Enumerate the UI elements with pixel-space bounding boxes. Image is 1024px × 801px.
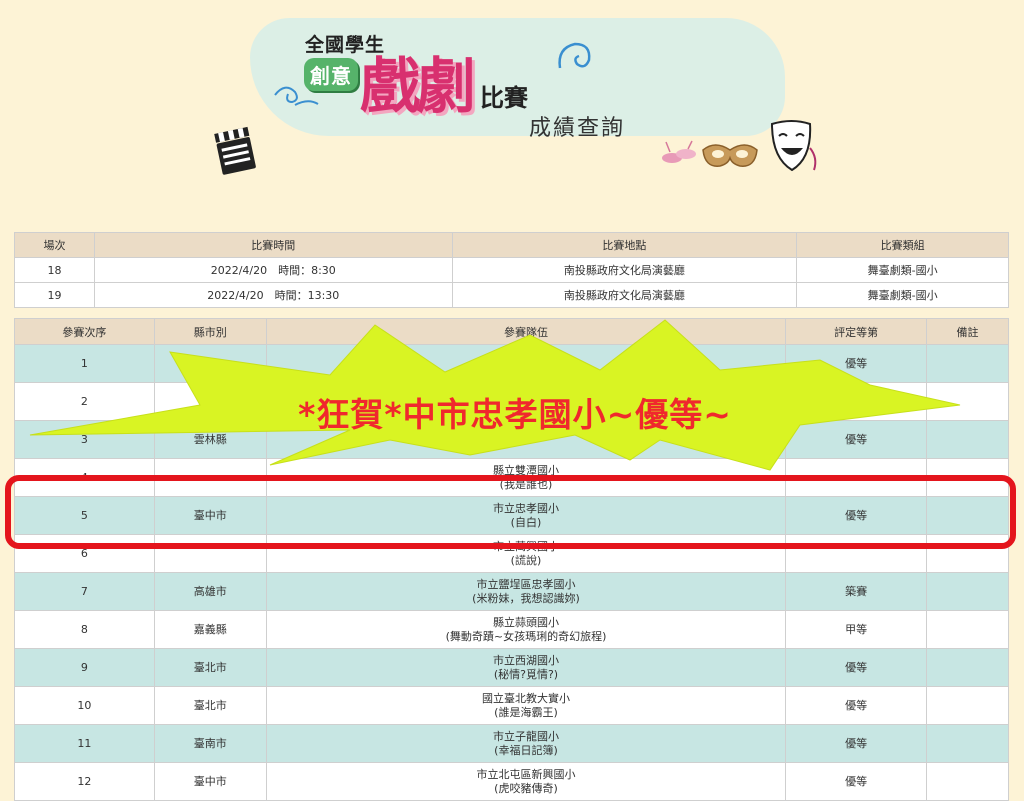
result-title: (鐵拐…) xyxy=(505,363,547,377)
result-note xyxy=(926,382,1009,421)
result-grade: 築賽 xyxy=(785,572,928,611)
result-school: 國立臺北教大實小 xyxy=(481,691,570,705)
result-row: 10 臺北市 國立臺北教大實小 (誰是海霸王) 優等 xyxy=(14,686,1009,725)
result-team: 縣立延平國小 (鐵拐…) xyxy=(265,344,787,383)
result-title: (秘情?覓情?) xyxy=(493,667,559,681)
session-no: 19 xyxy=(14,282,95,308)
swirl-right-icon xyxy=(558,42,591,69)
col-session-group: 比賽類組 xyxy=(796,232,1009,258)
result-county xyxy=(153,344,267,383)
banner-suffix: 比賽 xyxy=(480,83,528,112)
session-row: 19 2022/4/20 時間：13:30 南投縣政府文化局演藝廳 舞臺劇類-國… xyxy=(14,282,1009,308)
banner: 全國學生 創意 戲劇 比賽 成績查詢 xyxy=(0,0,1024,215)
result-grade: 特優 xyxy=(785,382,928,421)
result-school: 縣立蒜頭國小 xyxy=(492,615,559,629)
result-grade: 優等 xyxy=(785,420,928,459)
result-county: 嘉義縣 xyxy=(153,610,267,649)
result-county: 雲林縣 xyxy=(153,420,267,459)
result-county: 臺南市 xyxy=(153,724,267,763)
result-title: (虎咬豬傳奇) xyxy=(494,781,558,795)
col-session-time: 比賽時間 xyxy=(93,232,453,258)
result-grade: 優等 xyxy=(785,648,928,687)
highlight-box xyxy=(5,475,1016,549)
col-county: 縣市別 xyxy=(153,318,267,345)
result-title: (舞動奇蹟~女孩瑪琍的奇幻旅程) xyxy=(445,629,607,643)
result-row: 7 高雄市 市立鹽埕區忠孝國小 (米粉妹，我想認識妳) 築賽 xyxy=(14,572,1009,611)
result-grade: 優等 xyxy=(785,762,928,801)
session-time: 2022/4/20 時間：8:30 xyxy=(93,257,453,283)
result-row: 11 臺南市 市立子龍國小 (幸福日記簿) 優等 xyxy=(14,724,1009,763)
result-county: 高雄市 xyxy=(153,572,267,611)
result-team: 國立臺北教大實小 (誰是海霸王) xyxy=(265,686,787,725)
result-order: 3 xyxy=(14,420,155,459)
result-title: (幸福日記簿) xyxy=(494,743,558,757)
result-grade: 優等 xyxy=(785,344,928,383)
banner-main-title: 戲劇 xyxy=(360,52,476,122)
session-place: 南投縣政府文化局演藝廳 xyxy=(451,282,798,308)
result-order: 9 xyxy=(14,648,155,687)
result-team: 市立子龍國小 (幸福日記簿) xyxy=(265,724,787,763)
result-row: 9 臺北市 市立西湖國小 (秘情?覓情?) 優等 xyxy=(14,648,1009,687)
result-school: 市立西湖國小 xyxy=(492,653,559,667)
result-note xyxy=(926,344,1009,383)
col-team: 參賽隊伍 xyxy=(265,318,787,345)
result-grade: 優等 xyxy=(785,724,928,763)
result-row: 1 縣立延平國小 (鐵拐…) 優等 xyxy=(14,344,1009,383)
clapperboard-icon xyxy=(214,126,256,175)
theater-mask-icon xyxy=(770,120,817,172)
result-county: 臺北市 xyxy=(153,648,267,687)
result-team: 市立鹽埕區忠孝國小 (米粉妹，我想認識妳) xyxy=(265,572,787,611)
result-note xyxy=(926,572,1009,611)
col-order: 參賽次序 xyxy=(14,318,155,345)
col-session-place: 比賽地點 xyxy=(451,232,798,258)
result-order: 10 xyxy=(14,686,155,725)
result-county xyxy=(153,382,267,421)
result-note xyxy=(926,724,1009,763)
ballet-shoes-icon xyxy=(662,140,696,163)
session-group: 舞臺劇類-國小 xyxy=(796,257,1009,283)
result-county: 臺北市 xyxy=(153,686,267,725)
result-order: 12 xyxy=(14,762,155,801)
result-school: 市立子龍國小 xyxy=(492,729,559,743)
result-note xyxy=(926,610,1009,649)
result-title: (誰是海霸王) xyxy=(494,705,558,719)
result-team: 市立北屯區新興國小 (虎咬豬傳奇) xyxy=(265,762,787,801)
result-title: (謊說) xyxy=(510,553,542,567)
result-note xyxy=(926,648,1009,687)
session-row: 18 2022/4/20 時間：8:30 南投縣政府文化局演藝廳 舞臺劇類-國小 xyxy=(14,257,1009,283)
result-row: 12 臺中市 市立北屯區新興國小 (虎咬豬傳奇) 優等 xyxy=(14,762,1009,801)
session-table: 場次 比賽時間 比賽地點 比賽類組 18 2022/4/20 時間：8:30 南… xyxy=(14,232,1009,308)
col-grade: 評定等第 xyxy=(785,318,928,345)
col-note: 備註 xyxy=(926,318,1009,345)
result-grade: 甲等 xyxy=(785,610,928,649)
result-order: 11 xyxy=(14,724,155,763)
col-session-no: 場次 xyxy=(14,232,95,258)
result-order: 7 xyxy=(14,572,155,611)
result-order: 2 xyxy=(14,382,155,421)
session-no: 18 xyxy=(14,257,95,283)
result-school: 縣立延平國小 xyxy=(492,349,559,363)
result-grade: 優等 xyxy=(785,686,928,725)
result-school: 市立鹽埕區忠孝國小 xyxy=(476,577,576,591)
session-time: 2022/4/20 時間：13:30 xyxy=(93,282,453,308)
congratulations-text: *狂賀*中市忠孝國小~優等~ xyxy=(298,395,732,434)
session-header-row: 場次 比賽時間 比賽地點 比賽類組 xyxy=(14,232,1009,258)
result-note xyxy=(926,686,1009,725)
result-team: 縣立蒜頭國小 (舞動奇蹟~女孩瑪琍的奇幻旅程) xyxy=(265,610,787,649)
masquerade-mask-icon xyxy=(702,144,758,167)
result-order: 1 xyxy=(14,344,155,383)
result-county: 臺中市 xyxy=(153,762,267,801)
results-header-row: 參賽次序 縣市別 參賽隊伍 評定等第 備註 xyxy=(14,318,1009,345)
result-note xyxy=(926,762,1009,801)
result-team: 市立西湖國小 (秘情?覓情?) xyxy=(265,648,787,687)
result-note xyxy=(926,420,1009,459)
result-school: 市立北屯區新興國小 xyxy=(476,767,576,781)
session-group: 舞臺劇類-國小 xyxy=(796,282,1009,308)
result-row: 8 嘉義縣 縣立蒜頭國小 (舞動奇蹟~女孩瑪琍的奇幻旅程) 甲等 xyxy=(14,610,1009,649)
page-subtitle: 成績查詢 xyxy=(529,116,626,141)
result-title: (米粉妹，我想認識妳) xyxy=(472,591,580,605)
session-place: 南投縣政府文化局演藝廳 xyxy=(451,257,798,283)
banner-badge: 創意 xyxy=(304,58,358,91)
result-order: 8 xyxy=(14,610,155,649)
